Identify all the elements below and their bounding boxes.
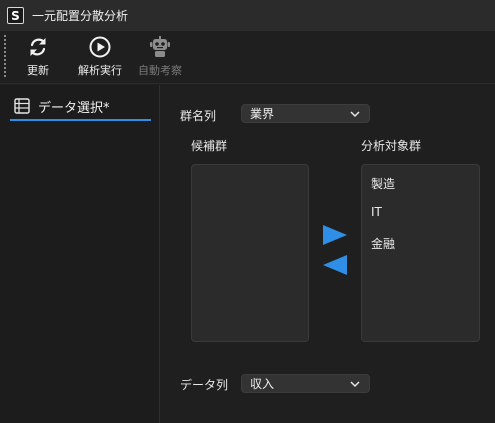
refresh-button[interactable]: 更新: [26, 35, 50, 78]
sidebar: データ選択*: [0, 85, 160, 423]
refresh-icon: [30, 38, 46, 56]
list-item[interactable]: IT: [371, 205, 382, 219]
group-column-dropdown[interactable]: 業界: [241, 104, 370, 123]
chevron-down-icon: [350, 381, 360, 388]
candidates-label: 候補群: [191, 139, 228, 153]
candidates-listbox[interactable]: [191, 164, 309, 342]
list-item[interactable]: 製造: [371, 175, 395, 192]
sidebar-item-label: データ選択*: [38, 100, 110, 116]
app-icon: S: [7, 7, 24, 24]
move-right-arrow-icon[interactable]: [322, 224, 348, 246]
run-analysis-button[interactable]: 解析実行: [78, 35, 122, 78]
title-bar: S 一元配置分散分析: [0, 0, 495, 31]
robot-icon: [150, 36, 170, 57]
auto-insight-button-label: 自動考察: [138, 64, 182, 77]
group-column-value: 業界: [250, 107, 275, 121]
list-icon: [14, 98, 30, 114]
refresh-button-label: 更新: [27, 64, 49, 77]
run-analysis-button-label: 解析実行: [78, 64, 122, 77]
data-column-label: データ列: [180, 378, 229, 392]
data-column-value: 収入: [250, 377, 275, 391]
targets-listbox[interactable]: 製造 IT 金融: [361, 164, 480, 342]
group-column-label: 群名列: [180, 109, 217, 123]
play-icon: [89, 36, 111, 58]
toolbar-grip-handle[interactable]: [4, 35, 6, 79]
auto-insight-button[interactable]: 自動考察: [138, 35, 182, 78]
list-item[interactable]: 金融: [371, 235, 395, 252]
window-title: 一元配置分散分析: [32, 9, 129, 23]
move-left-arrow-icon[interactable]: [322, 254, 348, 276]
sidebar-item-data-selection[interactable]: データ選択*: [10, 93, 151, 121]
main-panel: 群名列 業界 候補群 分析対象群 製造 IT 金融 データ列 収入: [161, 85, 495, 423]
data-column-dropdown[interactable]: 収入: [241, 374, 370, 393]
toolbar: 更新 解析実行 自動考察: [0, 31, 495, 84]
chevron-down-icon: [350, 111, 360, 118]
targets-label: 分析対象群: [361, 139, 422, 153]
